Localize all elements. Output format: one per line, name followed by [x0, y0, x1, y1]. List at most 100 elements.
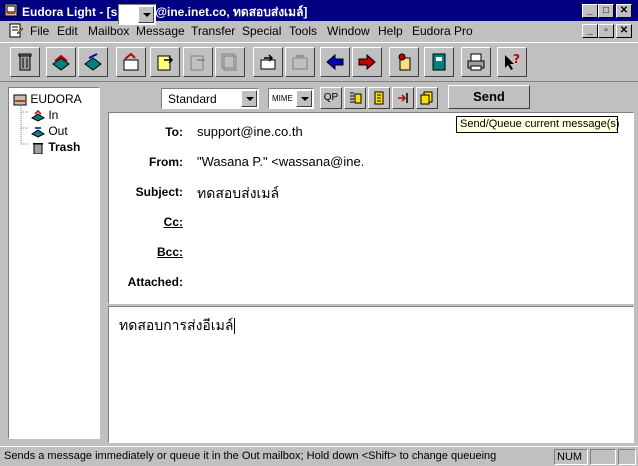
new-message-button[interactable] — [253, 47, 283, 77]
address-book-icon — [432, 53, 446, 71]
outbox-icon — [31, 127, 45, 138]
menu-eudora-pro[interactable]: Eudora Pro — [412, 24, 473, 38]
mailbox-in-label: In — [48, 108, 59, 122]
restore-icon: ▫ — [604, 25, 608, 36]
send-queued-button[interactable] — [78, 47, 108, 77]
mdi-minimize-button[interactable]: _ — [582, 24, 598, 38]
tab-arrow-icon — [398, 93, 408, 103]
chevron-down-icon[interactable] — [241, 90, 257, 107]
trash-button[interactable] — [10, 47, 40, 77]
menu-window[interactable]: Window — [327, 24, 370, 38]
close-button[interactable]: ✕ — [616, 4, 632, 18]
word-wrap-icon — [374, 91, 384, 105]
compose-doc-icon[interactable] — [8, 23, 24, 39]
menu-file[interactable]: File — [30, 24, 49, 38]
minimize-button[interactable]: _ — [582, 4, 598, 18]
close-icon: ✕ — [619, 25, 629, 36]
word-wrap-button[interactable] — [368, 87, 390, 109]
forward-button[interactable] — [150, 47, 180, 77]
previous-icon — [326, 53, 344, 71]
inbox-icon — [31, 109, 45, 122]
message-body[interactable]: ทดสอบการส่งอีเมล์ — [108, 306, 634, 443]
mdi-close-button[interactable]: ✕ — [616, 24, 632, 38]
to-label: To: — [165, 125, 183, 139]
signature-value: Standard — [168, 92, 217, 106]
address-button[interactable] — [389, 47, 419, 77]
new-message-icon — [260, 54, 276, 70]
status-bar: Sends a message immediately or queue it … — [0, 446, 638, 466]
menu-mailbox[interactable]: Mailbox — [88, 24, 129, 38]
tree-lines — [20, 102, 29, 145]
help-icon: ? — [505, 52, 520, 70]
mailbox-trash[interactable]: Trash — [31, 140, 80, 155]
reply-button[interactable] — [116, 47, 146, 77]
print-button[interactable] — [461, 47, 491, 77]
signature-select[interactable]: Standard — [161, 88, 259, 109]
eudora-app-icon[interactable] — [4, 3, 18, 17]
attach-icon — [292, 55, 308, 70]
chevron-down-icon[interactable] — [296, 90, 312, 107]
attach-button[interactable] — [285, 47, 315, 77]
check-mail-button[interactable] — [46, 47, 76, 77]
status-pane-empty — [590, 449, 616, 465]
maximize-icon: □ — [602, 5, 610, 16]
forward-icon — [157, 55, 174, 71]
menu-help[interactable]: Help — [378, 24, 403, 38]
menu-transfer[interactable]: Transfer — [191, 24, 235, 38]
body-content: ทดสอบการส่งอีเมล์ — [119, 317, 234, 333]
minimize-icon: _ — [587, 25, 593, 36]
next-message-button[interactable] — [352, 47, 382, 77]
num-lock-indicator: NUM — [554, 449, 588, 465]
keep-copy-button[interactable] — [416, 87, 438, 109]
redirect-icon — [190, 55, 205, 71]
title-bar[interactable]: Eudora Light - [support@ine.inet.co, ทดส… — [0, 0, 638, 21]
window-title: Eudora Light - [support@ine.inet.co, ทดส… — [22, 5, 308, 19]
encoding-value: MIME — [272, 94, 293, 103]
send-again-button[interactable] — [215, 47, 245, 77]
keep-copy-icon — [420, 91, 433, 105]
chevron-down-icon[interactable] — [138, 6, 154, 23]
menu-message[interactable]: Message — [136, 24, 185, 38]
menu-bar: File Edit Mailbox Message Transfer Speci… — [0, 21, 638, 41]
mdi-restore-button[interactable]: ▫ — [598, 24, 614, 38]
text-as-attachment-button[interactable] — [344, 87, 366, 109]
to-field[interactable]: support@ine.co.th — [197, 124, 303, 139]
text-attachment-icon — [350, 92, 362, 104]
mailbox-out[interactable]: Out — [31, 124, 68, 138]
mailbox-in[interactable]: In — [31, 108, 58, 122]
subject-label: Subject: — [135, 185, 183, 199]
qp-label: QP — [323, 92, 339, 103]
help-button[interactable]: ? — [497, 47, 527, 77]
status-message: Sends a message immediately or queue it … — [4, 450, 497, 462]
menu-special[interactable]: Special — [242, 24, 281, 38]
send-label: Send — [473, 89, 505, 104]
send-again-icon — [221, 53, 237, 71]
encoding-select[interactable]: MIME — [268, 88, 314, 109]
subject-field[interactable]: ทดสอบส่งเมล์ — [197, 183, 279, 205]
address-book-button[interactable] — [424, 47, 454, 77]
menu-edit[interactable]: Edit — [57, 24, 78, 38]
priority-select[interactable] — [118, 4, 156, 25]
cc-label: Cc: — [163, 215, 183, 229]
bcc-label: Bcc: — [156, 245, 183, 259]
tabs-in-body-button[interactable] — [392, 87, 414, 109]
size-grip[interactable] — [618, 449, 636, 465]
from-label: From: — [149, 155, 183, 169]
minimize-icon: _ — [587, 5, 593, 16]
mailbox-tree: EUDORA In Out Trash — [8, 87, 100, 439]
close-icon: ✕ — [619, 5, 629, 16]
send-button[interactable]: Send — [448, 85, 530, 109]
redirect-button[interactable] — [183, 47, 213, 77]
maximize-button[interactable]: □ — [598, 4, 614, 18]
body-text[interactable]: ทดสอบการส่งอีเมล์ — [119, 315, 236, 337]
from-field[interactable]: "Wasana P." <wassana@ine. — [197, 154, 364, 169]
next-icon — [358, 53, 376, 71]
send-queued-icon — [84, 53, 102, 71]
message-header-pane: To: support@ine.co.th From: "Wasana P." … — [108, 112, 634, 304]
menu-tools[interactable]: Tools — [289, 24, 317, 38]
trash-icon — [18, 53, 32, 71]
quoted-printable-button[interactable]: QP — [320, 87, 342, 109]
previous-message-button[interactable] — [320, 47, 350, 77]
mailbox-root-label: EUDORA — [30, 92, 82, 106]
reply-icon — [123, 52, 139, 71]
